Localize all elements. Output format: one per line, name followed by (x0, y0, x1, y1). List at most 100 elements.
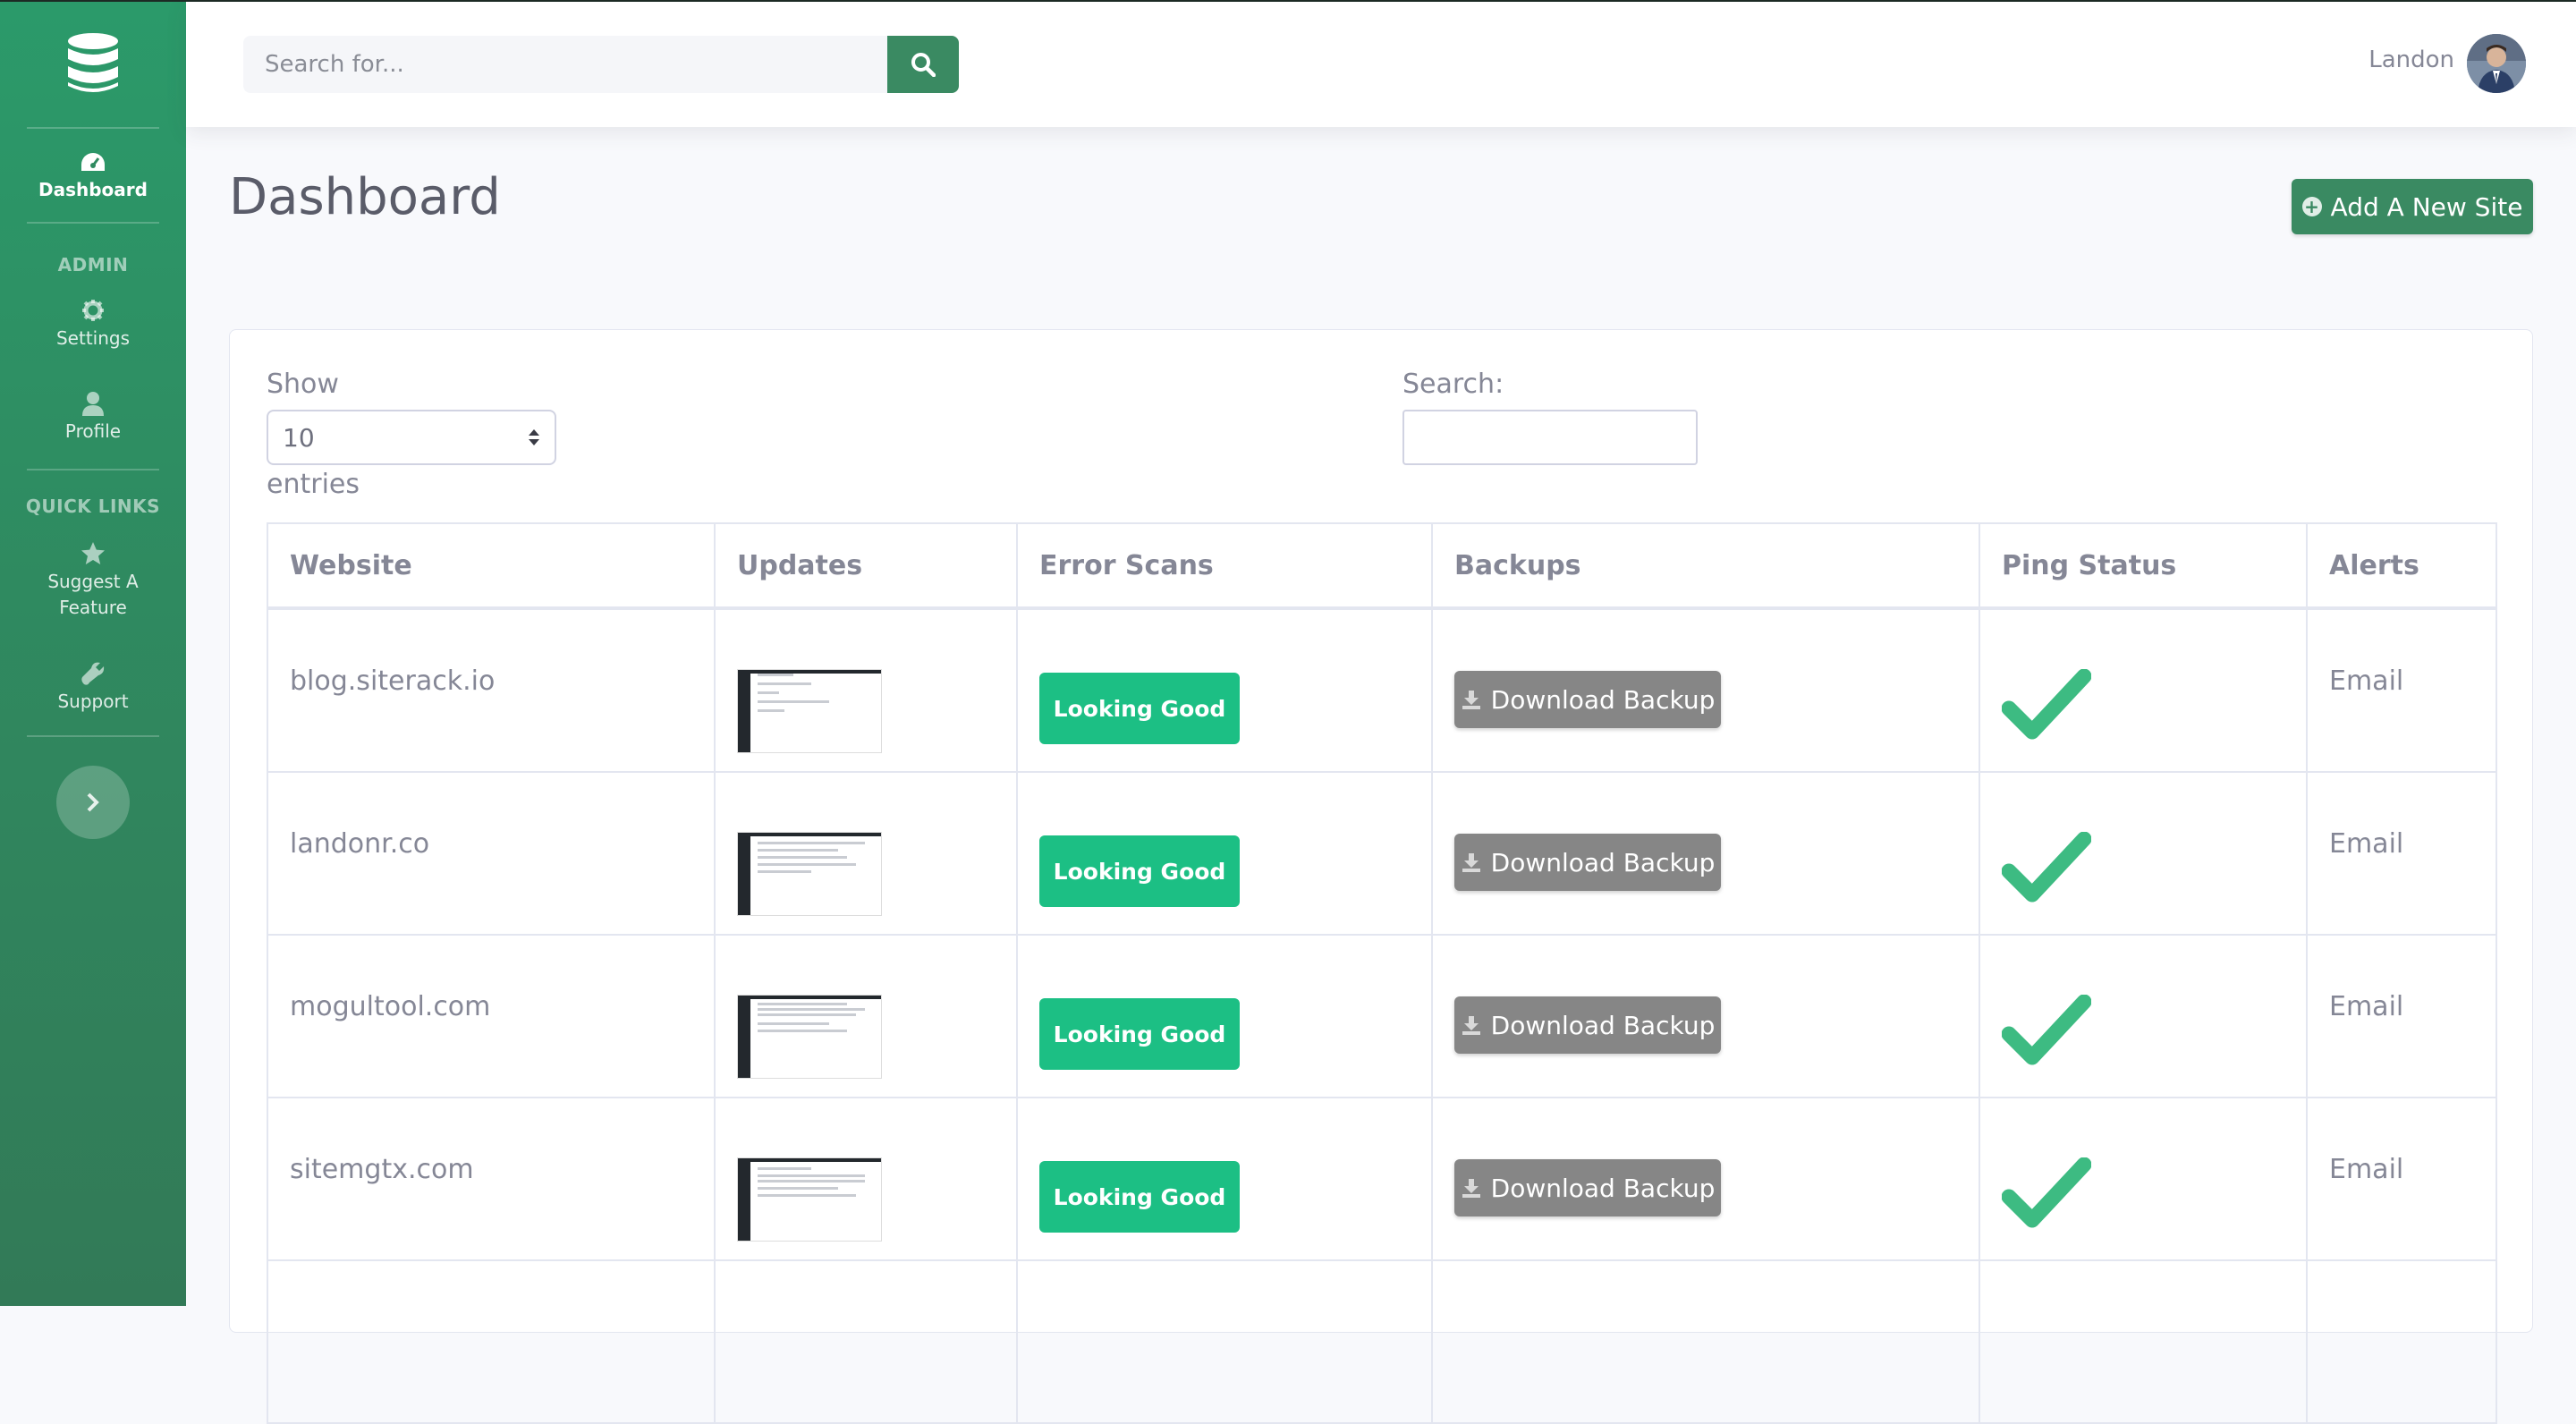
empty-cell (1016, 1259, 1433, 1424)
updates-cell (714, 771, 1018, 936)
search-input[interactable] (243, 36, 887, 93)
website-cell: sitemgtx.com (267, 1097, 716, 1261)
error-scan-status-button[interactable]: Looking Good (1039, 673, 1240, 744)
entries-per-page-select[interactable]: 10 (267, 410, 556, 465)
thumbnail-line (758, 856, 847, 859)
updates-cell (714, 934, 1018, 1098)
column-header-updates[interactable]: Updates (714, 522, 1018, 610)
website-cell: landonr.co (267, 771, 716, 936)
download-icon (1462, 1179, 1480, 1198)
sidebar-item-label: Suggest A Feature (47, 571, 139, 618)
check-icon (2002, 832, 2091, 903)
empty-cell (1431, 1259, 1980, 1424)
sidebar-item-label: Settings (55, 327, 131, 349)
sidebar-heading-quick-links: QUICK LINKS (25, 496, 161, 517)
thumbnail-line (758, 1013, 856, 1016)
website-cell: blog.siterack.io (267, 607, 716, 773)
user-name[interactable]: Landon (2368, 47, 2454, 73)
error-scans-cell: Looking Good (1016, 607, 1433, 773)
topbar-search (243, 36, 966, 93)
thumbnail-line (758, 870, 811, 873)
error-scans-cell: Looking Good (1016, 934, 1433, 1098)
error-scan-status-button[interactable]: Looking Good (1039, 1161, 1240, 1233)
ping-status-cell (1979, 771, 2308, 936)
ping-status-cell (1979, 607, 2308, 773)
show-label: Show (267, 369, 339, 400)
column-header-backups[interactable]: Backups (1431, 522, 1980, 610)
empty-cell (1979, 1259, 2308, 1424)
website-name[interactable]: sitemgtx.com (290, 1154, 692, 1185)
download-backup-label: Download Backup (1490, 684, 1716, 715)
thumbnail-sidebar (738, 996, 750, 1078)
download-backup-label: Download Backup (1490, 1010, 1716, 1040)
sidebar-divider (27, 127, 159, 129)
site-screenshot-thumbnail[interactable] (737, 995, 882, 1079)
download-backup-button[interactable]: Download Backup (1454, 834, 1721, 891)
sidebar-item-support[interactable]: Support (0, 660, 186, 715)
alerts-cell: Email (2306, 1097, 2497, 1261)
updates-cell (714, 1097, 1018, 1261)
download-backup-button[interactable]: Download Backup (1454, 1159, 1721, 1216)
sidebar-item-profile[interactable]: Profile (0, 390, 186, 445)
topbar: Landon (186, 0, 2576, 127)
download-backup-button[interactable]: Download Backup (1454, 671, 1721, 728)
thumbnail-line (758, 1194, 856, 1197)
sidebar-divider (27, 469, 159, 470)
check-icon (2002, 1157, 2091, 1228)
column-header-ping-status[interactable]: Ping Status (1979, 522, 2308, 610)
column-header-website[interactable]: Website (267, 522, 716, 610)
chevron-right-icon (87, 793, 99, 812)
sidebar-item-settings[interactable]: Settings (0, 297, 186, 352)
sidebar-item-suggest-feature[interactable]: Suggest A Feature (0, 540, 186, 621)
alert-method: Email (2329, 991, 2404, 1022)
error-scan-status-button[interactable]: Looking Good (1039, 835, 1240, 907)
thumbnail-sidebar (738, 833, 750, 915)
table-search-input[interactable] (1402, 410, 1698, 465)
site-screenshot-thumbnail[interactable] (737, 669, 882, 753)
column-header-alerts[interactable]: Alerts (2306, 522, 2497, 610)
add-new-site-button[interactable]: + Add A New Site (2292, 179, 2533, 234)
brand-logo[interactable] (0, 32, 186, 98)
thumbnail-line (758, 682, 811, 685)
avatar[interactable] (2467, 34, 2526, 93)
entries-per-page-value: 10 (283, 422, 315, 453)
thumbnail-line (758, 700, 829, 703)
thumbnail-line (758, 1022, 829, 1025)
ping-status-cell (1979, 1097, 2308, 1261)
thumbnail-line (758, 1003, 847, 1005)
website-name[interactable]: landonr.co (290, 828, 692, 860)
site-screenshot-thumbnail[interactable] (737, 832, 882, 916)
thumbnail-line (758, 1187, 838, 1190)
website-name[interactable]: blog.siterack.io (290, 665, 692, 697)
alert-method: Email (2329, 828, 2404, 860)
table-row: blog.siterack.io Looking Good Download B… (267, 607, 2497, 773)
empty-cell (714, 1259, 1018, 1424)
sidebar-item-label: Dashboard (38, 179, 148, 200)
star-icon (78, 540, 108, 567)
download-backup-label: Download Backup (1490, 1173, 1716, 1203)
sidebar-item-dashboard[interactable]: Dashboard (0, 148, 186, 203)
search-button[interactable] (887, 36, 959, 93)
thumbnail-line (758, 863, 856, 866)
thumbnail-line (758, 691, 779, 694)
thumbnail-line (758, 849, 838, 852)
site-screenshot-thumbnail[interactable] (737, 1157, 882, 1242)
download-backup-button[interactable]: Download Backup (1454, 996, 1721, 1054)
alerts-cell: Email (2306, 771, 2497, 936)
thumbnail-line (758, 842, 865, 844)
table-search-label: Search: (1402, 369, 1504, 400)
thumbnail-line (758, 674, 793, 676)
wrench-icon (78, 660, 108, 687)
backups-cell: Download Backup (1431, 771, 1980, 936)
backups-cell: Download Backup (1431, 607, 1980, 773)
error-scan-status-button[interactable]: Looking Good (1039, 998, 1240, 1070)
sidebar-divider (27, 735, 159, 737)
column-header-error-scans[interactable]: Error Scans (1016, 522, 1433, 610)
thumbnail-line (758, 1167, 811, 1170)
thumbnail-admin-bar (738, 833, 881, 836)
alerts-cell: Email (2306, 607, 2497, 773)
website-name[interactable]: mogultool.com (290, 991, 692, 1022)
sidebar-toggle-button[interactable] (56, 766, 130, 839)
download-backup-label: Download Backup (1490, 847, 1716, 877)
thumbnail-sidebar (738, 670, 750, 752)
